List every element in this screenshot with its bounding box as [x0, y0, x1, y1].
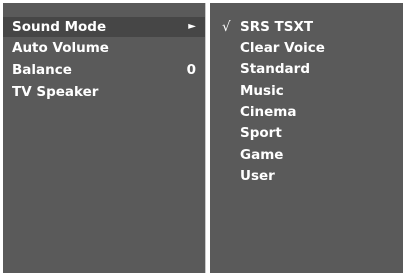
option-label: Standard — [240, 61, 310, 77]
sound-mode-submenu: √ SRS TSXT Clear Voice Standard Music Cin… — [210, 3, 403, 273]
menu-item-balance[interactable]: Balance 0 — [3, 60, 205, 80]
menu-item-label: Auto Volume — [12, 40, 109, 56]
sound-mode-option-user[interactable]: User — [222, 166, 275, 186]
sound-mode-option-standard[interactable]: Standard — [222, 59, 310, 79]
sound-mode-option-srs-tsxt[interactable]: √ SRS TSXT — [222, 17, 313, 37]
tv-osd-screen: Sound Mode ► Auto Volume Balance 0 TV Sp… — [0, 0, 406, 276]
menu-item-tv-speaker[interactable]: TV Speaker — [3, 82, 205, 102]
sound-mode-option-cinema[interactable]: Cinema — [222, 102, 296, 122]
menu-item-label: Sound Mode — [12, 19, 107, 35]
checkmark-icon: √ — [222, 19, 231, 35]
sound-mode-option-music[interactable]: Music — [222, 81, 284, 101]
submenu-arrow-icon: ► — [188, 21, 196, 32]
option-label: Game — [240, 147, 284, 163]
option-label: User — [240, 168, 275, 184]
menu-item-label: Balance — [12, 62, 72, 78]
sound-mode-option-clear-voice[interactable]: Clear Voice — [222, 38, 325, 58]
menu-item-label: TV Speaker — [12, 84, 99, 100]
balance-value: 0 — [186, 62, 196, 78]
option-label: Clear Voice — [240, 40, 325, 56]
menu-item-sound-mode[interactable]: Sound Mode ► — [3, 17, 205, 37]
sound-mode-option-sport[interactable]: Sport — [222, 123, 282, 143]
option-label: SRS TSXT — [240, 19, 314, 35]
sound-menu-panel: Sound Mode ► Auto Volume Balance 0 TV Sp… — [3, 3, 206, 273]
menu-item-auto-volume[interactable]: Auto Volume — [3, 38, 205, 58]
option-label: Music — [240, 83, 284, 99]
option-label: Cinema — [240, 104, 297, 120]
sound-mode-option-game[interactable]: Game — [222, 145, 283, 165]
option-label: Sport — [240, 125, 282, 141]
